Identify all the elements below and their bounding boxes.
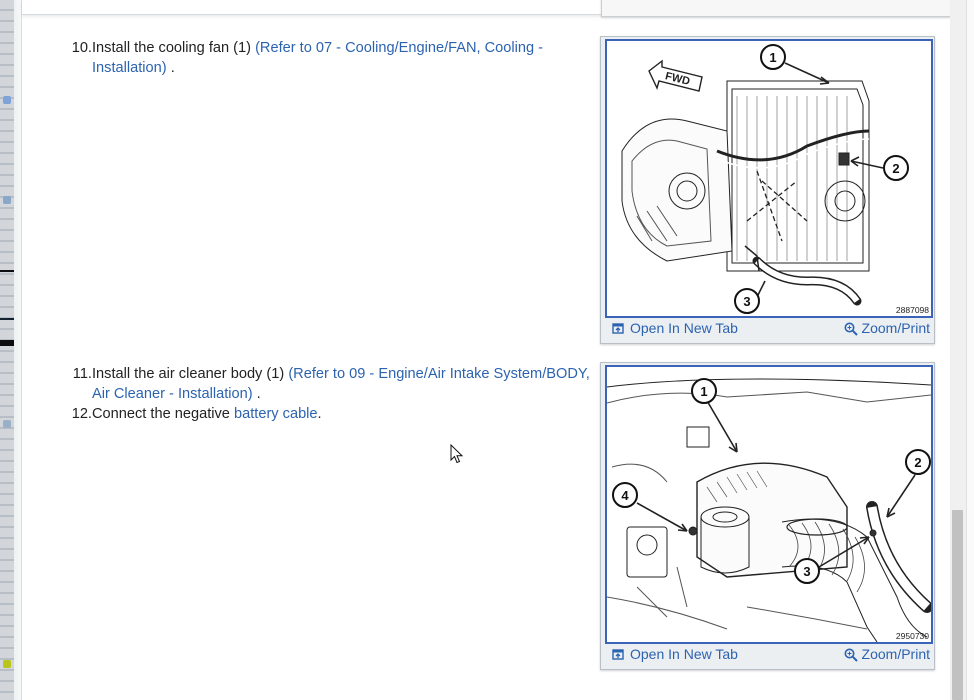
background-window-strip: [0, 0, 14, 700]
open-in-new-tab-icon: [612, 322, 625, 335]
cooling-fan-drawing: FWD 1 2 3: [621, 44, 909, 314]
callout-3: 3: [794, 558, 820, 584]
open-in-new-tab-label: Open In New Tab: [630, 646, 738, 662]
zoom-icon: [844, 322, 858, 336]
callout-2: 2: [905, 449, 931, 475]
figure-actions: Open In New Tab Zoom/Print: [601, 318, 934, 340]
step-12: 12. Connect the negative battery cable.: [68, 404, 593, 424]
step-suffix: .: [166, 60, 175, 76]
open-in-new-tab-button[interactable]: Open In New Tab: [612, 646, 738, 662]
callout-1: 1: [760, 44, 786, 70]
step-number: 12.: [71, 406, 92, 422]
svg-text:2: 2: [914, 455, 921, 470]
svg-text:3: 3: [803, 564, 810, 579]
callout-3: 3: [734, 288, 760, 314]
step-text: Install the air cleaner body (1): [92, 366, 289, 382]
zoom-print-label: Zoom/Print: [861, 646, 930, 662]
step-suffix: .: [317, 406, 322, 422]
zoom-print-label: Zoom/Print: [861, 320, 930, 336]
air-cleaner-drawing: 1 2 3 4: [607, 378, 931, 642]
open-in-new-tab-icon: [612, 648, 625, 661]
svg-text:2: 2: [892, 161, 899, 176]
figure-code: 2887098: [895, 305, 929, 315]
callout-1: 1: [691, 378, 717, 404]
scrollbar-thumb[interactable]: [952, 510, 963, 700]
open-in-new-tab-button[interactable]: Open In New Tab: [612, 320, 738, 336]
step-number: 11.: [72, 366, 92, 382]
zoom-print-button[interactable]: Zoom/Print: [844, 320, 930, 336]
battery-cable-link[interactable]: battery cable: [234, 406, 318, 422]
step-text: Connect the negative: [92, 406, 234, 422]
callout-2: 2: [883, 155, 909, 181]
step-number: 10.: [71, 40, 92, 56]
figure-cooling-fan: FWD 1 2 3 2887098 Open In New Tab Zoom/P…: [600, 36, 935, 344]
mouse-cursor-icon: [450, 443, 464, 469]
step-text: Install the cooling fan (1): [92, 40, 256, 56]
svg-text:4: 4: [621, 488, 629, 503]
window-right-edge: [966, 0, 974, 700]
svg-text:1: 1: [700, 384, 707, 399]
figure-air-cleaner: 1 2 3 4 2950730 Open In New Tab Zoom/Pri…: [600, 362, 935, 670]
open-in-new-tab-label: Open In New Tab: [630, 320, 738, 336]
cooling-fan-illustration[interactable]: FWD 1 2 3 2887098: [605, 39, 933, 318]
figure-code: 2950730: [895, 631, 929, 641]
previous-figure-toolbar-fragment: [601, 0, 959, 17]
window-border: [14, 0, 22, 700]
zoom-icon: [844, 648, 858, 662]
svg-text:1: 1: [769, 50, 776, 65]
svg-text:3: 3: [743, 294, 750, 309]
air-cleaner-illustration[interactable]: 1 2 3 4 2950730: [605, 365, 933, 644]
callout-4: 4: [612, 482, 638, 508]
figure-actions: Open In New Tab Zoom/Print: [601, 644, 934, 666]
step-10: 10. Install the cooling fan (1) (Refer t…: [68, 38, 593, 78]
step-11: 11. Install the air cleaner body (1) (Re…: [68, 364, 593, 404]
document-pane: 10. Install the cooling fan (1) (Refer t…: [22, 0, 959, 700]
zoom-print-button[interactable]: Zoom/Print: [844, 646, 930, 662]
step-suffix: .: [252, 386, 261, 402]
